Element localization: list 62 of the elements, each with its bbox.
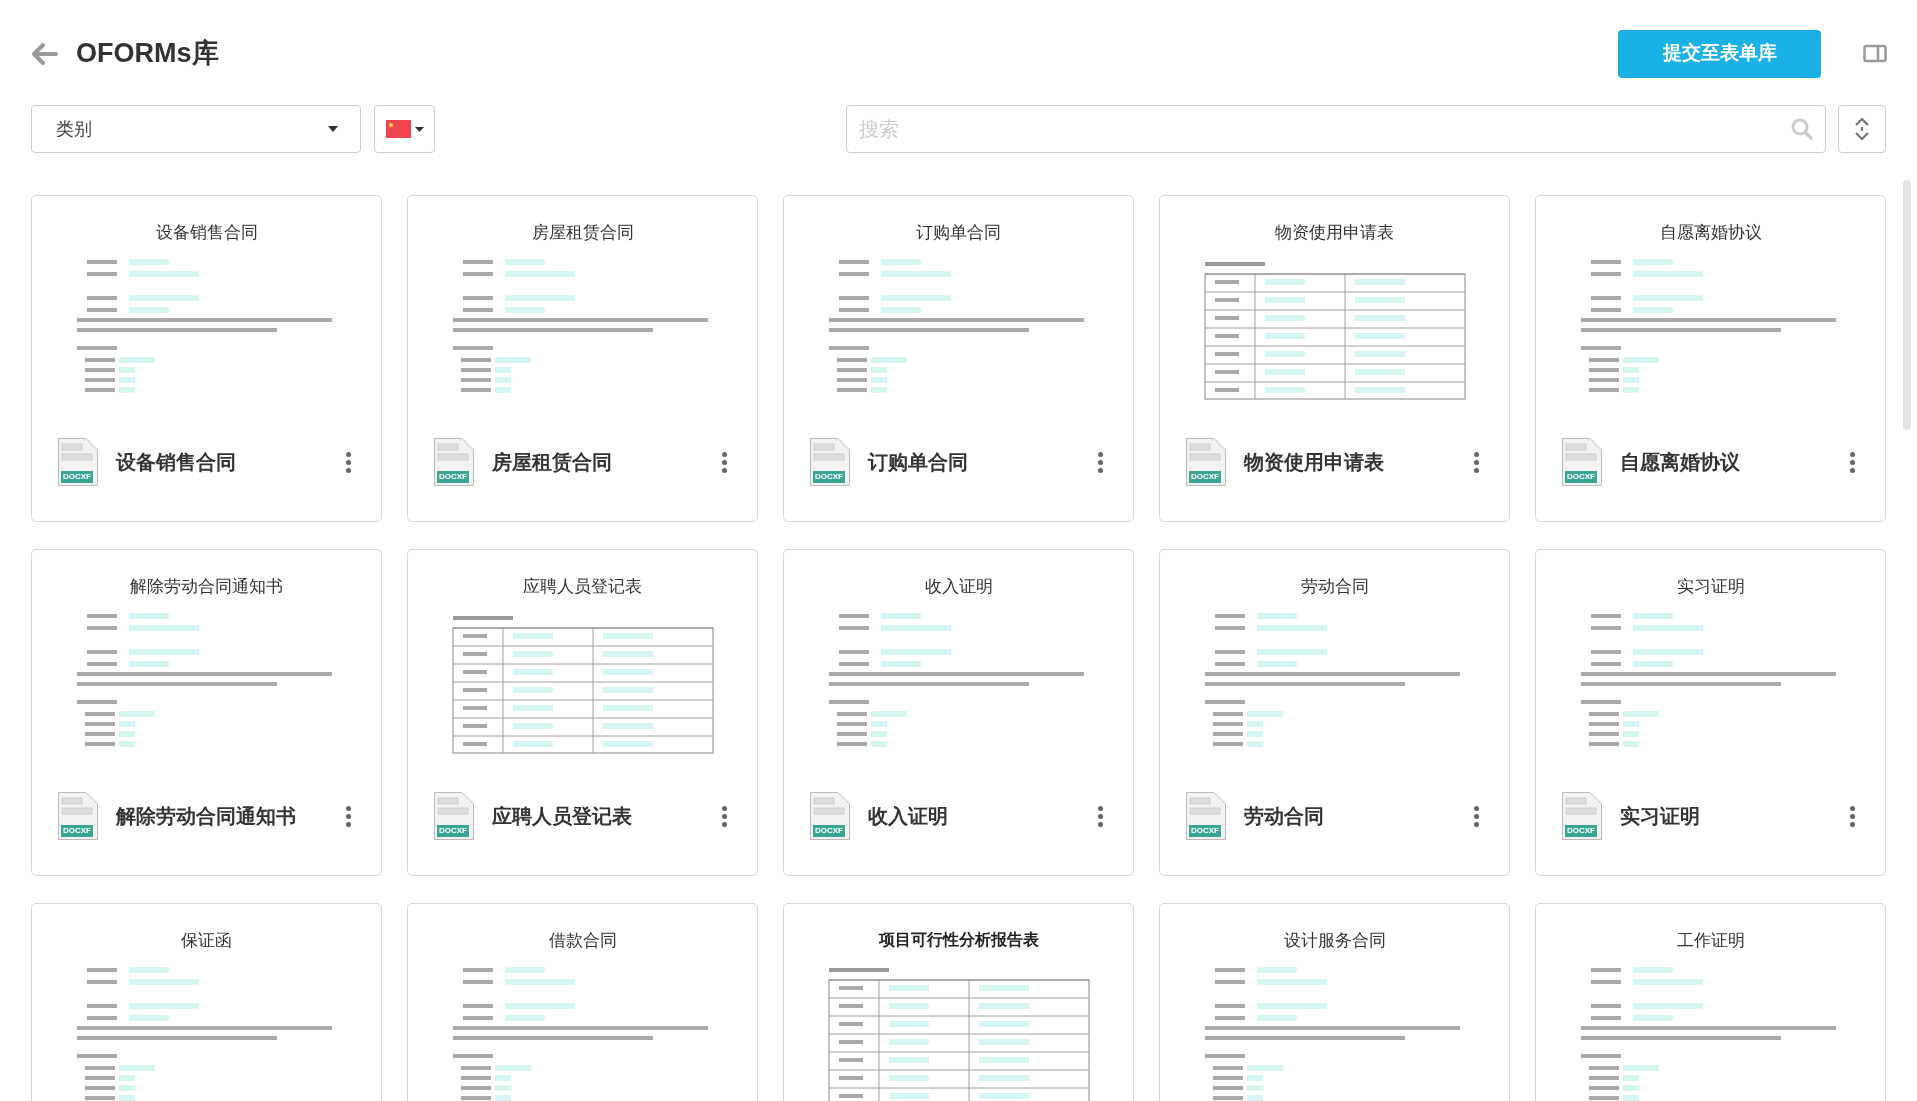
template-card[interactable]: 房屋租赁合同 DOCXF 房屋租赁合同: [407, 195, 758, 522]
preview-title: 应聘人员登记表: [523, 575, 642, 598]
template-card[interactable]: 保证函: [31, 903, 382, 1101]
preview-title: 项目可行性分析报告表: [878, 929, 1039, 951]
preview-title: 设计服务合同: [1283, 929, 1386, 952]
preview-title: 工作证明: [1676, 929, 1745, 952]
sort-icon: [1854, 116, 1870, 142]
preview-title: 实习证明: [1676, 575, 1745, 598]
preview-title: 物资使用申请表: [1275, 221, 1394, 244]
template-name: 应聘人员登记表: [492, 804, 633, 829]
preview-title: 房屋租赁合同: [531, 221, 634, 244]
template-card[interactable]: 自愿离婚协议 DOCXF 自愿离婚协议: [1535, 195, 1886, 522]
file-type-label: DOCXF: [437, 471, 469, 483]
file-type-label: DOCXF: [1565, 471, 1597, 483]
file-type-label: DOCXF: [61, 471, 93, 483]
scrollbar-thumb[interactable]: [1903, 180, 1911, 430]
preview-title: 收入证明: [924, 575, 993, 598]
sort-button[interactable]: [1838, 105, 1886, 153]
preview-title: 自愿离婚协议: [1659, 221, 1762, 244]
panel-toggle-icon[interactable]: [1863, 43, 1887, 64]
preview-title: 劳动合同: [1300, 575, 1369, 598]
template-card[interactable]: 应聘人员登记表 DOCXF 应聘人员登记表: [407, 549, 758, 876]
template-name: 房屋租赁合同: [492, 450, 613, 475]
caret-icon: [328, 126, 338, 132]
template-card[interactable]: 解除劳动合同通知书 DOCXF 解除劳动合同通知书: [31, 549, 382, 876]
template-card[interactable]: 借款合同: [407, 903, 758, 1101]
preview-title: 借款合同: [548, 929, 617, 952]
file-type-label: DOCXF: [813, 825, 845, 837]
language-dropdown[interactable]: [374, 105, 435, 153]
template-name: 设备销售合同: [116, 450, 237, 475]
back-arrow-icon[interactable]: [30, 41, 58, 66]
category-value: 类别: [56, 117, 92, 141]
preview-title: 设备销售合同: [155, 221, 258, 244]
template-name: 收入证明: [868, 804, 949, 829]
file-type-label: DOCXF: [1189, 825, 1221, 837]
preview-title: 解除劳动合同通知书: [130, 575, 283, 598]
category-dropdown[interactable]: 类别: [31, 105, 361, 153]
caret-icon: [414, 126, 424, 132]
template-name: 解除劳动合同通知书: [116, 804, 297, 829]
template-name: 实习证明: [1620, 804, 1701, 829]
template-name: 自愿离婚协议: [1620, 450, 1741, 475]
template-card[interactable]: 物资使用申请表 DOCXF 物资使用申请表: [1159, 195, 1510, 522]
template-card[interactable]: 收入证明 DOCXF 收入证明: [783, 549, 1134, 876]
file-type-label: DOCXF: [437, 825, 469, 837]
file-type-label: DOCXF: [61, 825, 93, 837]
template-name: 订购单合同: [868, 450, 969, 475]
template-card[interactable]: 工作证明: [1535, 903, 1886, 1101]
template-card[interactable]: 项目可行性分析报告表: [783, 903, 1134, 1101]
flag-icon: [385, 120, 411, 138]
template-card[interactable]: 实习证明 DOCXF 实习证明: [1535, 549, 1886, 876]
preview-title: 保证函: [181, 929, 232, 952]
preview-title: 订购单合同: [916, 221, 1001, 244]
file-type-label: DOCXF: [813, 471, 845, 483]
template-card[interactable]: 设备销售合同 DOCXF 设备销售合同: [31, 195, 382, 522]
template-name: 物资使用申请表: [1244, 450, 1385, 475]
template-card[interactable]: 订购单合同 DOCXF 订购单合同: [783, 195, 1134, 522]
file-type-label: DOCXF: [1565, 825, 1597, 837]
file-type-label: DOCXF: [1189, 471, 1221, 483]
template-card[interactable]: 劳动合同 DOCXF 劳动合同: [1159, 549, 1510, 876]
template-card[interactable]: 设计服务合同: [1159, 903, 1510, 1101]
page-title: OFORMs库: [76, 37, 219, 71]
template-name: 劳动合同: [1244, 804, 1325, 829]
